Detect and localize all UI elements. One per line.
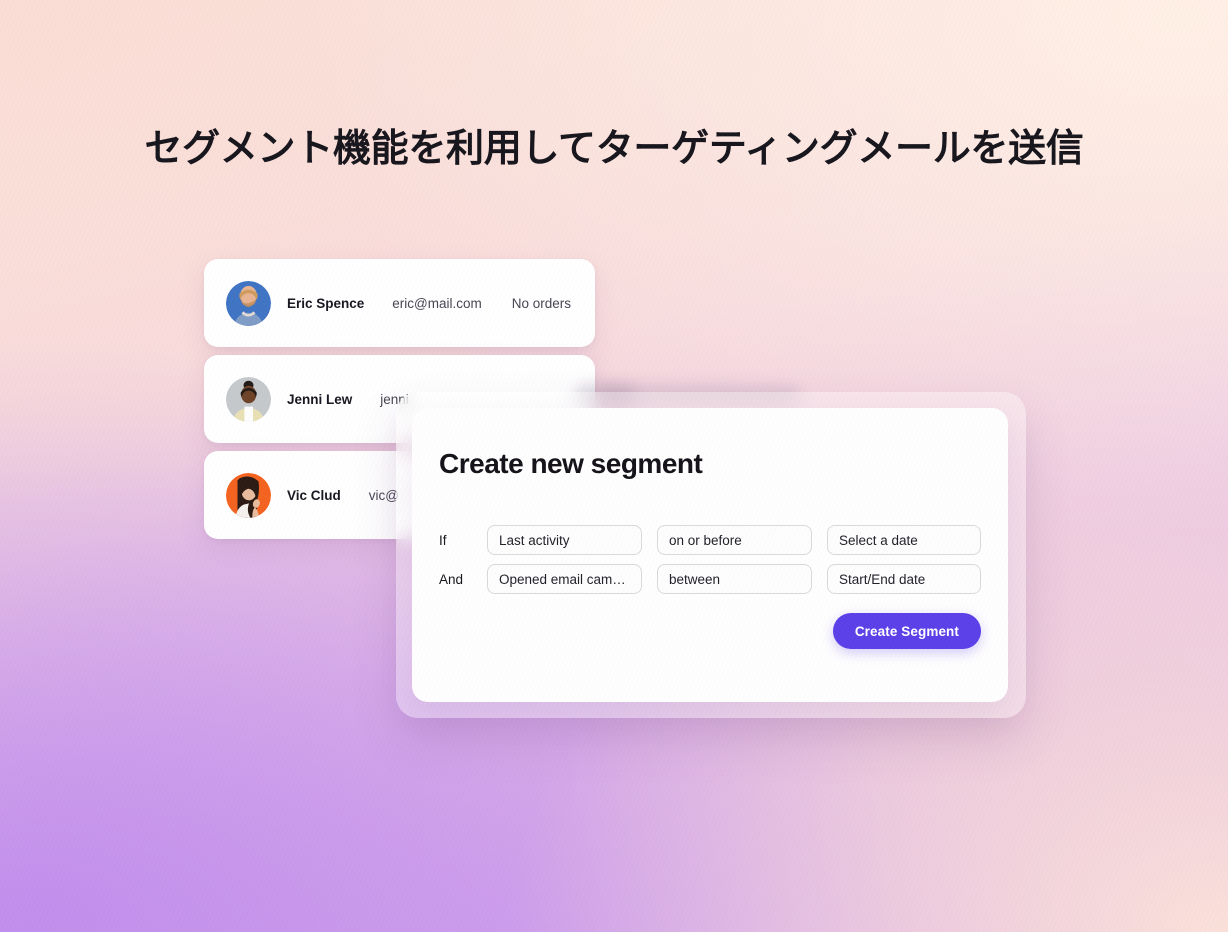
avatar (226, 376, 271, 422)
page-title: セグメント機能を利用してターゲティングメールを送信 (144, 128, 1084, 170)
modal-title: Create new segment (439, 448, 703, 479)
customer-name: Eric Spence (287, 295, 365, 311)
rule-attribute-select[interactable]: Last activity (487, 525, 642, 555)
rule-operator-select[interactable]: between (657, 564, 812, 594)
segment-rule-row: If Last activity on or before Select a d… (439, 525, 981, 555)
avatar (226, 280, 271, 326)
create-segment-button[interactable]: Create Segment (832, 613, 981, 649)
create-segment-modal: Create new segment If Last activity on o… (412, 408, 1008, 702)
customer-name: Vic Clud (287, 487, 341, 503)
rule-conjunction-label: If (439, 532, 447, 548)
segment-rule-row: And Opened email cam… between Start/End … (439, 564, 981, 594)
rule-operator-select[interactable]: on or before (657, 525, 812, 555)
customer-order-status: No orders (511, 295, 572, 311)
promo-stage: セグメント機能を利用してターゲティングメールを送信 Eric Spence er… (0, 0, 1228, 932)
rule-date-input[interactable]: Select a date (827, 525, 981, 555)
customer-email: vic@ (368, 487, 399, 503)
rule-attribute-select[interactable]: Opened email cam… (487, 564, 642, 594)
customer-email: eric@mail.com (392, 295, 482, 311)
rule-conjunction-label: And (439, 571, 464, 587)
customer-list-item[interactable]: Eric Spence eric@mail.com No orders (204, 259, 595, 347)
avatar (226, 472, 271, 518)
rule-date-input[interactable]: Start/End date (827, 564, 981, 594)
customer-name: Jenni Lew (287, 391, 353, 407)
